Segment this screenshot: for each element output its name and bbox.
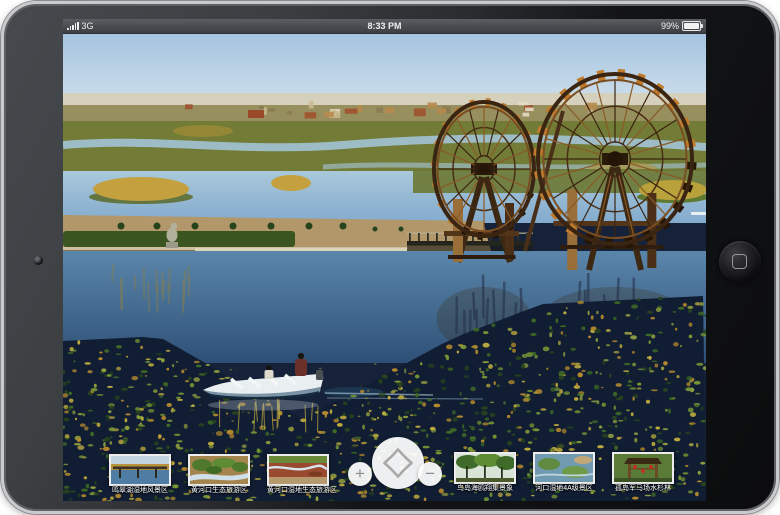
thumbnail-image — [612, 452, 674, 484]
thumbnail-estuary-wetland[interactable]: 黄河口湿地生态旅游区 — [267, 454, 329, 495]
battery-percent: 99% — [661, 21, 679, 31]
thumbnail-bird-island[interactable]: 鸟岛海鸥翔集景象 — [454, 452, 516, 493]
front-camera-icon — [34, 256, 43, 265]
thumbnail-image — [188, 454, 250, 486]
thumbnail-image — [267, 454, 329, 486]
zoom-in-button[interactable]: + — [348, 462, 372, 486]
thumbnail-estuary-eco-area[interactable]: 黄河口生态旅游区 — [188, 454, 250, 495]
thumbnail-image — [533, 452, 595, 484]
thumbnail-wetland-park[interactable]: 河口湿地4A级景区 — [533, 452, 595, 493]
chevron-up-icon — [392, 450, 404, 457]
chevron-down-icon — [392, 470, 404, 477]
thumbnail-strip-right: 鸟岛海鸥翔集景象 河口湿地4A级景区 — [454, 452, 674, 493]
main-photo[interactable] — [63, 19, 706, 501]
thumbnail-image — [109, 454, 171, 486]
minus-icon: − — [425, 465, 435, 482]
thumbnail-caption: 黄河口湿地生态旅游区 — [267, 487, 329, 495]
thumbnail-horse-ranch[interactable]: 孤岛军马场水杉林 — [612, 452, 674, 493]
home-button-square-icon — [732, 254, 747, 269]
plus-icon: + — [355, 465, 365, 482]
thumbnail-image — [454, 452, 516, 484]
thumbnail-caption: 孤岛军马场水杉林 — [612, 485, 674, 493]
network-label: 3G — [82, 21, 94, 31]
zoom-out-button[interactable]: − — [418, 462, 442, 486]
thumbnail-strip-left: 鸣翠湖湿地风景区 黄河口生态旅游区 黄河口湿地生态旅游区 — [109, 454, 329, 495]
chevron-right-icon — [405, 457, 412, 469]
thumbnail-mingcui-lake[interactable]: 鸣翠湖湿地风景区 — [109, 454, 171, 495]
clock: 8:33 PM — [63, 21, 706, 31]
battery-icon — [682, 21, 701, 31]
signal-bars-icon — [67, 21, 79, 31]
status-bar: 3G 8:33 PM 99% — [63, 19, 706, 34]
chevron-left-icon — [385, 457, 392, 469]
directional-pad-icon — [372, 437, 424, 489]
pan-dpad[interactable] — [372, 437, 424, 489]
screen: 3G 8:33 PM 99% 鸣翠湖湿地风景区 — [63, 19, 706, 501]
thumbnail-caption: 鸟岛海鸥翔集景象 — [454, 485, 516, 493]
thumbnail-caption: 黄河口生态旅游区 — [188, 487, 250, 495]
thumbnail-caption: 鸣翠湖湿地风景区 — [109, 487, 171, 495]
thumbnail-caption: 河口湿地4A级景区 — [533, 485, 595, 493]
tablet-frame: 3G 8:33 PM 99% 鸣翠湖湿地风景区 — [1, 1, 779, 514]
stone-balustrade — [195, 248, 407, 251]
home-button[interactable] — [719, 241, 761, 283]
distant-dock — [691, 212, 706, 215]
